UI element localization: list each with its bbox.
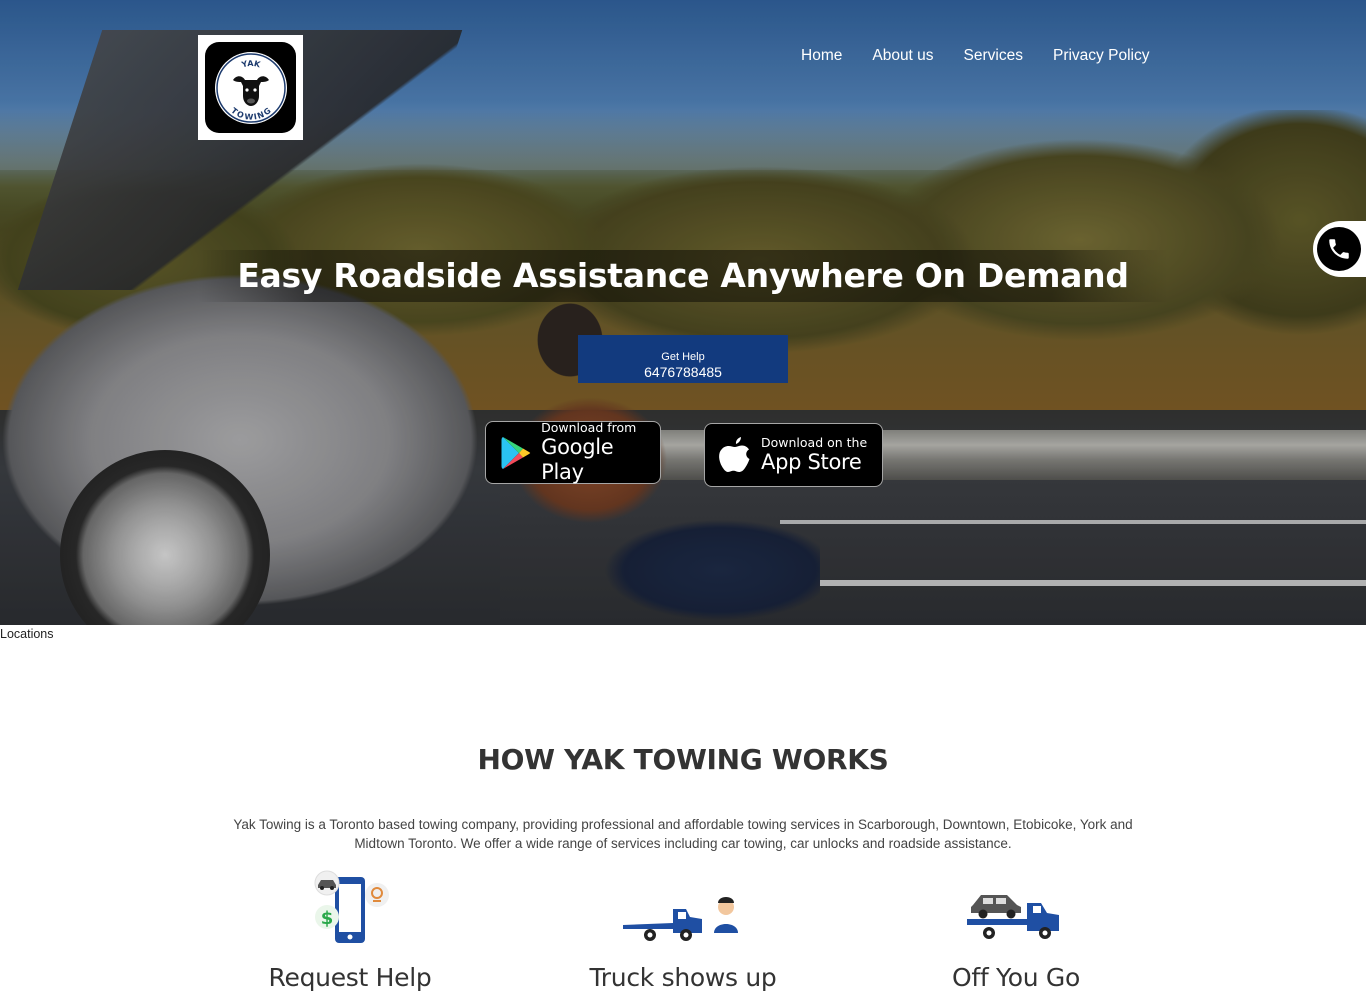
yak-head-icon: YAK TOWING	[215, 52, 286, 123]
google-play-badge[interactable]: Download from Google Play	[485, 420, 661, 484]
step-label: Off You Go	[952, 963, 1080, 992]
nav-services[interactable]: Services	[949, 46, 1038, 66]
tow-truck-driver-icon	[523, 865, 843, 949]
get-help-button[interactable]: Get Help 6476788485	[578, 335, 788, 383]
how-it-works-title: HOW YAK TOWING WORKS	[477, 743, 889, 776]
logo-emblem: YAK TOWING	[214, 51, 287, 124]
apple-icon	[713, 433, 757, 477]
tow-truck-car-icon	[856, 865, 1176, 949]
google-play-icon	[494, 431, 537, 475]
google-play-big-text: Google Play	[541, 435, 614, 484]
step-label: Request Help	[268, 963, 432, 992]
step-truck-shows-up: Truck shows up	[523, 865, 843, 995]
how-it-works-description: Yak Towing is a Toronto based towing com…	[233, 817, 1133, 851]
step-off-you-go: Off You Go	[856, 865, 1176, 995]
nav-home[interactable]: Home	[786, 46, 857, 66]
nav-privacy-policy[interactable]: Privacy Policy	[1038, 46, 1164, 66]
nav-about-us[interactable]: About us	[857, 46, 948, 66]
get-help-phone: 6476788485	[644, 363, 722, 380]
google-play-small-text: Download from	[541, 420, 637, 435]
hero-headline: Easy Roadside Assistance Anywhere On Dem…	[237, 256, 1129, 295]
locations-label[interactable]: Locations	[0, 626, 54, 642]
logo-badge: YAK TOWING	[205, 42, 296, 133]
get-help-label: Get Help	[661, 350, 705, 363]
main-nav: Home About us Services Privacy Policy	[786, 46, 1164, 66]
call-floating-button[interactable]	[1313, 221, 1366, 277]
app-store-badge[interactable]: Download on the App Store	[704, 423, 883, 487]
app-store-big-text: App Store	[761, 450, 862, 474]
svg-text:$: $	[321, 908, 334, 929]
step-label: Truck shows up	[589, 963, 777, 992]
phone-request-icon: $	[190, 865, 510, 949]
app-store-small-text: Download on the	[761, 435, 868, 450]
step-request-help: $ Request Help	[190, 865, 510, 995]
phone-icon	[1317, 227, 1361, 271]
site-logo[interactable]: YAK TOWING	[198, 35, 303, 140]
